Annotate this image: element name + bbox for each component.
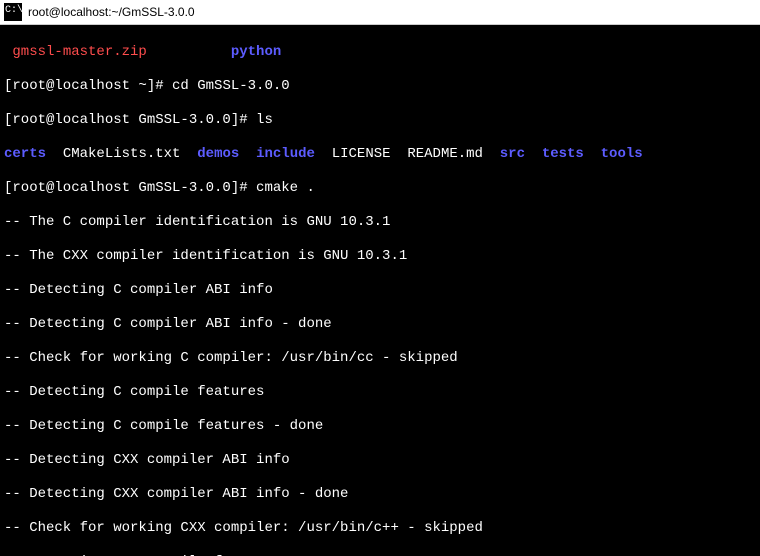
dir-python: python [231, 44, 281, 60]
dir-demos: demos [197, 146, 239, 162]
cmd-ls: ls [256, 112, 273, 128]
ls-top-row: gmssl-master.zip python [4, 44, 756, 61]
window-title: root@localhost:~/GmSSL-3.0.0 [28, 0, 195, 24]
dir-tools: tools [601, 146, 643, 162]
window-titlebar: C:\ root@localhost:~/GmSSL-3.0.0 [0, 0, 760, 25]
cmake-out-9: -- Detecting CXX compiler ABI info - don… [4, 486, 756, 503]
prompt-line-1: [root@localhost ~]# cd GmSSL-3.0.0 [4, 78, 756, 95]
file-license: LICENSE [332, 146, 391, 162]
prompt-line-3: [root@localhost GmSSL-3.0.0]# cmake . [4, 180, 756, 197]
dir-src: src [500, 146, 525, 162]
cmake-out-2: -- The CXX compiler identification is GN… [4, 248, 756, 265]
cmake-out-7: -- Detecting C compile features - done [4, 418, 756, 435]
cmake-out-4: -- Detecting C compiler ABI info - done [4, 316, 756, 333]
cmake-out-8: -- Detecting CXX compiler ABI info [4, 452, 756, 469]
cmake-out-10: -- Check for working CXX compiler: /usr/… [4, 520, 756, 537]
dir-include: include [256, 146, 315, 162]
cmd-cmake: cmake . [256, 180, 315, 196]
cmake-out-3: -- Detecting C compiler ABI info [4, 282, 756, 299]
cmake-out-1: -- The C compiler identification is GNU … [4, 214, 756, 231]
dir-tests: tests [542, 146, 584, 162]
file-zip: gmssl-master.zip [12, 44, 146, 60]
cmd-icon: C:\ [4, 3, 22, 21]
cmake-out-6: -- Detecting C compile features [4, 384, 756, 401]
cmake-out-5: -- Check for working C compiler: /usr/bi… [4, 350, 756, 367]
prompt-3: [root@localhost GmSSL-3.0.0]# [4, 180, 256, 196]
prompt-1: [root@localhost ~]# [4, 78, 172, 94]
dir-certs: certs [4, 146, 46, 162]
terminal-area[interactable]: gmssl-master.zip python [root@localhost … [0, 25, 760, 556]
cmd-cd: cd GmSSL-3.0.0 [172, 78, 290, 94]
prompt-line-2: [root@localhost GmSSL-3.0.0]# ls [4, 112, 756, 129]
ls-output: certs CMakeLists.txt demos include LICEN… [4, 146, 756, 163]
prompt-2: [root@localhost GmSSL-3.0.0]# [4, 112, 256, 128]
file-cmakelists: CMakeLists.txt [63, 146, 181, 162]
file-readme: README.md [407, 146, 483, 162]
